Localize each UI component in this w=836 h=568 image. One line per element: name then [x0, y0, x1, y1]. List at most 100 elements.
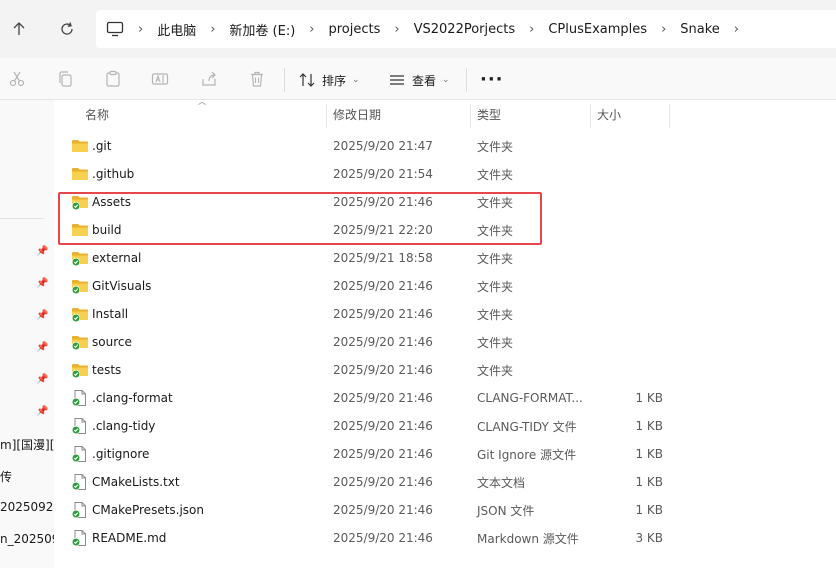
- file-date: 2025/9/20 21:46: [333, 419, 433, 433]
- column-header-size[interactable]: 大小: [597, 100, 621, 128]
- computer-icon[interactable]: [106, 20, 124, 38]
- refresh-icon[interactable]: [52, 14, 82, 44]
- pin-icon[interactable]: 📌: [36, 278, 48, 290]
- file-row[interactable]: CMakePresets.json 2025/9/20 21:46 JSON 文件 1…: [54, 496, 836, 524]
- share-icon[interactable]: [199, 69, 219, 89]
- nav-item[interactable]: n_202509: [0, 532, 54, 546]
- file-type: 文本文档: [477, 475, 526, 490]
- file-row[interactable]: README.md 2025/9/20 21:46 Markdown 源文件 3 KB: [54, 524, 836, 552]
- chevron-right-icon[interactable]: ›: [529, 22, 534, 37]
- toolbar-divider: [466, 68, 467, 92]
- file-row[interactable]: .github 2025/9/20 21:54 文件夹: [54, 160, 836, 188]
- copy-icon[interactable]: [55, 69, 75, 89]
- file-row[interactable]: Install 2025/9/20 21:46 文件夹: [54, 300, 836, 328]
- crumb-cplusexamples[interactable]: CPlusExamples: [548, 22, 647, 37]
- column-divider[interactable]: [326, 104, 327, 128]
- view-label: 查看: [412, 73, 437, 88]
- file-size: [597, 356, 663, 384]
- address-box[interactable]: › 此电脑 › 新加卷 (E:) › projects › VS2022Porj…: [96, 10, 836, 48]
- chevron-right-icon[interactable]: ›: [394, 22, 399, 37]
- file-date: 2025/9/20 21:47: [333, 139, 433, 153]
- file-date: 2025/9/20 21:46: [333, 503, 433, 517]
- file-date: 2025/9/20 21:46: [333, 307, 433, 321]
- file-row[interactable]: .clang-format 2025/9/20 21:46 CLANG-FORMAT…: [54, 384, 836, 412]
- file-size: [597, 188, 663, 216]
- chevron-right-icon[interactable]: ›: [210, 22, 215, 37]
- crumb-projects[interactable]: projects: [329, 22, 381, 37]
- crumb-drive-e[interactable]: 新加卷 (E:): [229, 20, 295, 39]
- file-row[interactable]: CMakeLists.txt 2025/9/20 21:46 文本文档 1 KB: [54, 468, 836, 496]
- file-date: 2025/9/20 21:46: [333, 447, 433, 461]
- folder-synced-icon: [71, 277, 89, 295]
- file-name: .github: [92, 167, 135, 181]
- pin-icon[interactable]: 📌: [36, 310, 48, 322]
- column-divider[interactable]: [669, 104, 670, 128]
- file-row[interactable]: external 2025/9/21 18:58 文件夹: [54, 244, 836, 272]
- file-type: 文件夹: [477, 139, 514, 154]
- chevron-down-icon: ⌄: [352, 75, 360, 85]
- file-row[interactable]: .clang-tidy 2025/9/20 21:46 CLANG-TIDY 文件 1…: [54, 412, 836, 440]
- crumb-vs2022porjects[interactable]: VS2022Porjects: [414, 22, 516, 37]
- file-size: [597, 132, 663, 160]
- folder-synced-icon: [71, 249, 89, 267]
- paste-icon[interactable]: [103, 69, 123, 89]
- file-size: 1 KB: [635, 419, 663, 433]
- folder-icon: [71, 165, 89, 183]
- pin-icon[interactable]: 📌: [36, 342, 48, 354]
- file-name: .git: [92, 139, 112, 153]
- more-options-button[interactable]: ···: [480, 69, 504, 90]
- crumb-this-pc[interactable]: 此电脑: [157, 20, 196, 39]
- file-type: 文件夹: [477, 251, 514, 266]
- sort-ascending-icon: ︿: [198, 97, 206, 106]
- file-date: 2025/9/20 21:46: [333, 335, 433, 349]
- file-size: 1 KB: [635, 391, 663, 405]
- file-row[interactable]: .git 2025/9/20 21:47 文件夹: [54, 132, 836, 160]
- file-name: CMakeLists.txt: [92, 475, 180, 489]
- file-name: GitVisuals: [92, 279, 152, 293]
- file-type: 文件夹: [477, 279, 514, 294]
- file-name: README.md: [92, 531, 167, 545]
- chevron-right-icon[interactable]: ›: [309, 22, 314, 37]
- sort-icon: [298, 71, 316, 89]
- pin-icon[interactable]: 📌: [36, 406, 48, 418]
- file-name: external: [92, 251, 142, 265]
- file-row[interactable]: GitVisuals 2025/9/20 21:46 文件夹: [54, 272, 836, 300]
- file-type: CLANG-FORMAT...: [477, 391, 583, 405]
- file-name: CMakePresets.json: [92, 503, 205, 517]
- file-date: 2025/9/21 18:58: [333, 251, 433, 265]
- nav-item[interactable]: 传: [0, 468, 54, 485]
- delete-icon[interactable]: [247, 69, 267, 89]
- sort-button[interactable]: 排序 ⌄: [298, 67, 360, 93]
- pin-icon[interactable]: 📌: [36, 374, 48, 386]
- column-divider[interactable]: [590, 104, 591, 128]
- file-synced-icon: [71, 389, 89, 407]
- file-type: 文件夹: [477, 335, 514, 350]
- file-synced-icon: [71, 445, 89, 463]
- column-divider[interactable]: [470, 104, 471, 128]
- navigation-pane: 📌 📌 📌 📌 📌 📌 m][国漫][ 传 20250921 n_202509: [0, 100, 54, 568]
- chevron-right-icon[interactable]: ›: [734, 22, 739, 37]
- file-row[interactable]: source 2025/9/20 21:46 文件夹: [54, 328, 836, 356]
- file-size: [597, 160, 663, 188]
- rename-icon[interactable]: [150, 69, 170, 89]
- file-size: 1 KB: [635, 447, 663, 461]
- file-row[interactable]: .gitignore 2025/9/20 21:46 Git Ignore 源文件 1…: [54, 440, 836, 468]
- file-row[interactable]: tests 2025/9/20 21:46 文件夹: [54, 356, 836, 384]
- column-header-name[interactable]: 名称: [85, 100, 109, 128]
- file-type: JSON 文件: [477, 503, 535, 518]
- chevron-right-icon[interactable]: ›: [138, 22, 143, 37]
- view-button[interactable]: 查看 ⌄: [388, 67, 450, 93]
- pin-icon[interactable]: 📌: [36, 246, 48, 258]
- cut-icon[interactable]: [7, 69, 27, 89]
- file-date: 2025/9/20 21:46: [333, 475, 433, 489]
- up-arrow-icon[interactable]: [4, 14, 34, 44]
- column-header-date[interactable]: 修改日期: [333, 100, 381, 128]
- column-header-type[interactable]: 类型: [477, 100, 501, 128]
- nav-item[interactable]: m][国漫][: [0, 436, 54, 453]
- file-type: Markdown 源文件: [477, 531, 579, 546]
- file-name: Install: [92, 307, 129, 321]
- crumb-snake[interactable]: Snake: [680, 22, 720, 37]
- nav-item[interactable]: 20250921: [0, 500, 54, 514]
- file-synced-icon: [71, 473, 89, 491]
- chevron-right-icon[interactable]: ›: [661, 22, 666, 37]
